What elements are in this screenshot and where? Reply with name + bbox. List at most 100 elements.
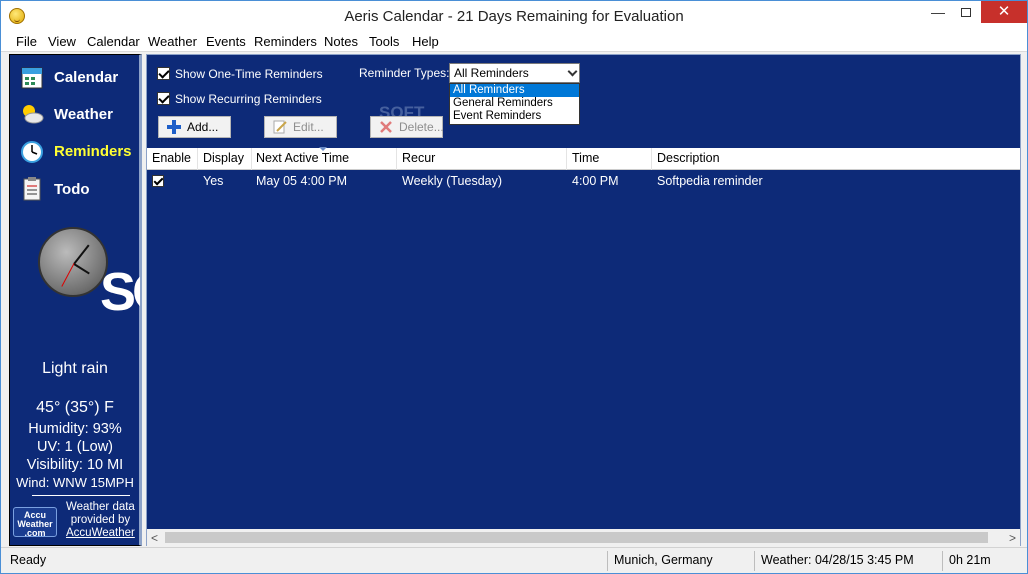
column-header-time[interactable]: Time [572, 151, 599, 165]
horizontal-scrollbar[interactable]: < > [147, 529, 1020, 546]
accuweather-logo-line3: .com [24, 528, 46, 538]
window-title: Aeris Calendar - 21 Days Remaining for E… [344, 8, 684, 25]
reminder-types-label: Reminder Types: [359, 66, 450, 80]
close-button[interactable]: ✕ [981, 1, 1027, 23]
weather-temperature: 45° (35°) F [36, 399, 114, 416]
plus-icon [167, 120, 181, 134]
checkbox-label: Show One-Time Reminders [175, 67, 323, 81]
accuweather-link[interactable]: AccuWeather [66, 527, 135, 540]
status-location: Munich, Germany [614, 553, 713, 567]
delete-button[interactable]: Delete... [370, 116, 444, 138]
weather-attribution: Weather data provided by AccuWeather [66, 501, 135, 540]
chevron-down-icon[interactable] [567, 66, 578, 77]
sidebar-item-calendar[interactable]: Calendar [16, 61, 140, 93]
column-header-description[interactable]: Description [657, 151, 720, 165]
maximize-button[interactable] [951, 1, 981, 23]
minimize-button[interactable]: — [923, 1, 953, 23]
edit-button-label: Edit... [293, 120, 324, 134]
cell-description: Softpedia reminder [657, 174, 763, 188]
status-divider [942, 551, 943, 571]
dropdown-option-event[interactable]: Event Reminders [450, 110, 579, 123]
table-header: Enable Display Next Active Time Recur Ti… [147, 147, 1020, 170]
edit-button[interactable]: Edit... [264, 116, 337, 138]
menu-bar: File View Calendar Weather Events Remind… [1, 31, 1027, 52]
delete-x-icon [380, 121, 392, 133]
status-divider [754, 551, 755, 571]
calendar-icon [21, 67, 43, 89]
app-window: Aeris Calendar - 21 Days Remaining for E… [0, 0, 1028, 574]
scrollbar-thumb[interactable] [165, 532, 988, 543]
sidebar-item-weather[interactable]: Weather [16, 98, 140, 130]
attribution-line2: provided by [70, 514, 131, 526]
column-header-recur[interactable]: Recur [402, 151, 435, 165]
attribution-line1: Weather data [66, 501, 135, 513]
cell-time: 4:00 PM [572, 174, 619, 188]
column-divider[interactable] [251, 148, 252, 170]
sidebar-item-label: Todo [54, 181, 90, 198]
alarm-clock-icon [21, 141, 43, 163]
cell-next-active-time: May 05 4:00 PM [256, 174, 348, 188]
row-enable-checkbox[interactable] [152, 175, 164, 187]
status-ready: Ready [10, 553, 47, 567]
maximize-icon [961, 8, 971, 17]
checkbox-checked[interactable] [157, 92, 170, 105]
status-elapsed: 0h 21m [949, 553, 991, 567]
menu-view[interactable]: View [48, 34, 76, 49]
weather-uv: UV: 1 (Low) [36, 439, 113, 455]
clock-hour-hand [73, 263, 90, 275]
dropdown-option-all[interactable]: All Reminders [450, 84, 579, 97]
scroll-left-icon[interactable]: < [151, 531, 158, 545]
column-divider[interactable] [651, 148, 652, 170]
sidebar-item-todo[interactable]: Todo [16, 173, 140, 205]
column-divider[interactable] [197, 148, 198, 170]
reminders-panel: Show One-Time Reminders Show Recurring R… [146, 54, 1021, 546]
reminder-types-dropdown: All Reminders General Reminders Event Re… [449, 83, 580, 125]
menu-weather[interactable]: Weather [148, 34, 197, 49]
weather-wind: Wind: WNW 15MPH [16, 475, 134, 490]
clock-second-hand [61, 263, 75, 287]
sidebar-item-label: Reminders [54, 143, 132, 160]
delete-button-label: Delete... [399, 120, 444, 134]
menu-file[interactable]: File [16, 34, 37, 49]
menu-reminders[interactable]: Reminders [254, 34, 317, 49]
status-divider [607, 551, 608, 571]
scroll-right-icon[interactable]: > [1009, 531, 1016, 545]
menu-calendar[interactable]: Calendar [87, 34, 140, 49]
analog-clock [38, 227, 108, 297]
status-bar: Ready Munich, Germany Weather: 04/28/15 … [1, 547, 1027, 573]
add-button-label: Add... [187, 120, 219, 134]
dropdown-option-general[interactable]: General Reminders [450, 97, 579, 110]
cell-recur: Weekly (Tuesday) [402, 174, 503, 188]
checkbox-checked[interactable] [157, 67, 170, 80]
status-weather-time: Weather: 04/28/15 3:45 PM [761, 553, 914, 567]
reminder-types-select[interactable]: All Reminders [449, 63, 580, 83]
menu-help[interactable]: Help [412, 34, 439, 49]
sidebar-watermark: SO [100, 265, 140, 319]
accuweather-logo[interactable]: Accu Weather .com [13, 507, 57, 538]
add-button[interactable]: Add... [158, 116, 231, 138]
clock-minute-hand [73, 244, 90, 265]
menu-notes[interactable]: Notes [324, 34, 358, 49]
menu-events[interactable]: Events [206, 34, 246, 49]
edit-document-icon [273, 120, 287, 134]
table-row[interactable]: Yes May 05 4:00 PM Weekly (Tuesday) 4:00… [147, 173, 1020, 191]
sidebar-item-reminders[interactable]: Reminders [16, 135, 140, 167]
menu-tools[interactable]: Tools [369, 34, 399, 49]
cell-display: Yes [203, 174, 224, 188]
sidebar: Calendar Weather Reminders Todo S Light … [9, 54, 142, 546]
weather-visibility: Visibility: 10 MI [26, 457, 124, 473]
column-header-enable[interactable]: Enable [152, 151, 191, 165]
column-divider[interactable] [566, 148, 567, 170]
column-divider[interactable] [396, 148, 397, 170]
weather-humidity: Humidity: 93% [28, 421, 122, 437]
select-value: All Reminders [454, 66, 529, 80]
column-header-next-active-time[interactable]: Next Active Time [256, 151, 349, 165]
weather-divider [32, 495, 130, 496]
column-header-display[interactable]: Display [203, 151, 244, 165]
sidebar-item-label: Calendar [54, 69, 119, 86]
close-icon: ✕ [997, 3, 1011, 20]
title-bar[interactable]: Aeris Calendar - 21 Days Remaining for E… [1, 1, 1027, 31]
sidebar-item-label: Weather [54, 106, 113, 123]
minimize-icon: — [931, 4, 945, 20]
weather-sun-cloud-icon [23, 105, 44, 124]
